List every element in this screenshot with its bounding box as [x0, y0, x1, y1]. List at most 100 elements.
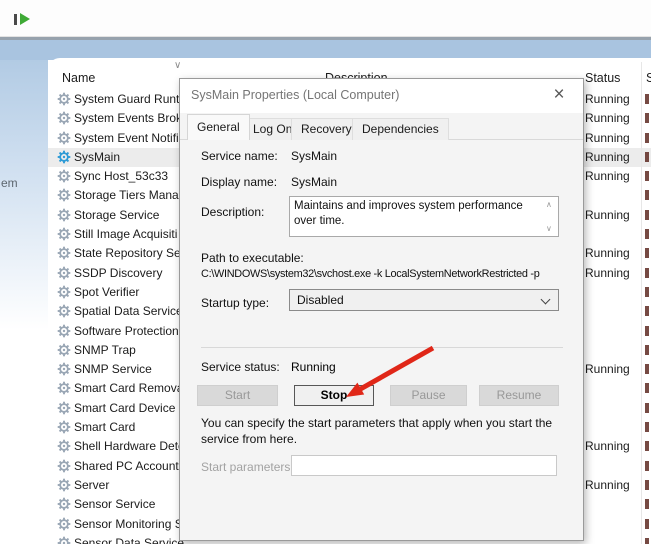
- description-label: Description:: [201, 205, 265, 219]
- service-gear-icon: [57, 536, 71, 544]
- start-parameters-input[interactable]: [291, 455, 557, 476]
- service-status: Running: [585, 439, 630, 454]
- section-divider: [201, 347, 563, 348]
- pause-button: Pause: [390, 385, 467, 406]
- service-name-value: SysMain: [291, 149, 338, 163]
- service-gear-icon: [57, 324, 71, 338]
- clipped-startup-type-text: [645, 460, 649, 471]
- tab-dependencies[interactable]: Dependencies: [352, 118, 449, 140]
- service-gear-icon: [57, 459, 71, 473]
- service-name: Storage Tiers Manag: [74, 188, 186, 203]
- start-parameters-label: Start parameters:: [201, 460, 294, 474]
- service-gear-icon: [57, 246, 71, 260]
- column-header-startup-type-clipped: S: [646, 71, 651, 85]
- clipped-startup-type-text: [645, 441, 649, 452]
- service-gear-icon: [57, 227, 71, 241]
- service-status: Running: [585, 149, 630, 164]
- column-header-status[interactable]: Status: [585, 71, 620, 85]
- service-gear-icon: [57, 517, 71, 531]
- startup-type-dropdown[interactable]: Disabled: [289, 289, 559, 311]
- service-name: State Repository Ser: [74, 246, 185, 261]
- service-name: Storage Service: [74, 207, 160, 222]
- resume-service-icon[interactable]: [14, 13, 32, 26]
- service-name: System Event Notific: [74, 130, 185, 145]
- clipped-startup-type-text: [645, 113, 649, 124]
- description-scrollbar[interactable]: ∧ ∨: [543, 197, 557, 236]
- service-status: Running: [585, 169, 630, 184]
- column-header-name[interactable]: Name: [62, 71, 95, 85]
- service-name: SNMP Trap: [74, 342, 136, 357]
- service-gear-icon: [57, 169, 71, 183]
- service-status: Running: [585, 130, 630, 145]
- stop-button[interactable]: Stop: [294, 385, 374, 406]
- service-name: Smart Card Remova: [74, 381, 184, 396]
- scroll-down-icon[interactable]: ∨: [546, 224, 552, 233]
- clipped-startup-type-text: [645, 383, 649, 394]
- service-gear-icon: [57, 439, 71, 453]
- service-name: Shared PC Account: [74, 458, 179, 473]
- close-icon[interactable]: ×: [546, 82, 572, 108]
- service-name: Software Protection: [74, 323, 179, 338]
- clipped-startup-type-text: [645, 267, 649, 278]
- service-gear-icon: [57, 497, 71, 511]
- clipped-startup-type-text: [645, 306, 649, 317]
- service-name: SNMP Service: [74, 362, 152, 377]
- service-gear-icon: [57, 381, 71, 395]
- start-parameters-hint: You can specify the start parameters tha…: [201, 416, 553, 446]
- service-name-label: Service name:: [201, 149, 278, 163]
- clipped-startup-type-text: [645, 209, 649, 220]
- clipped-startup-type-text: [645, 479, 649, 490]
- service-name: Shell Hardware Dete: [74, 439, 185, 454]
- mmc-toolbar: [0, 0, 651, 37]
- start-button: Start: [197, 385, 278, 406]
- service-gear-icon: [57, 401, 71, 415]
- service-status-label: Service status:: [201, 360, 280, 374]
- service-gear-icon: [57, 150, 71, 164]
- service-status: Running: [585, 111, 630, 126]
- service-name: Sync Host_53c33: [74, 169, 169, 184]
- service-status: Running: [585, 207, 630, 222]
- display-name-value: SysMain: [291, 175, 338, 189]
- service-name: SysMain: [74, 149, 121, 164]
- dialog-title: SysMain Properties (Local Computer): [191, 88, 400, 102]
- service-name: Spatial Data Service: [74, 304, 183, 319]
- resume-button: Resume: [479, 385, 559, 406]
- service-gear-icon: [57, 343, 71, 357]
- clipped-startup-type-text: [645, 402, 649, 413]
- header-band: [0, 40, 651, 60]
- clipped-startup-type-text: [645, 422, 649, 433]
- clipped-startup-type-text: [645, 537, 649, 544]
- service-gear-icon: [57, 478, 71, 492]
- clipped-startup-type-text: [645, 94, 649, 104]
- service-status: Running: [585, 246, 630, 261]
- display-name-label: Display name:: [201, 175, 278, 189]
- extended-pane-background: [0, 60, 48, 360]
- startup-type-selected-value: Disabled: [297, 293, 344, 307]
- clipped-startup-type-text: [645, 248, 649, 259]
- general-tab-content: Service name: SysMain Display name: SysM…: [180, 140, 583, 542]
- scroll-up-icon[interactable]: ∧: [546, 200, 552, 209]
- path-to-executable-value: C:\WINDOWS\system32\svchost.exe -k Local…: [201, 268, 540, 280]
- service-gear-icon: [57, 131, 71, 145]
- service-status: Running: [585, 265, 630, 280]
- clipped-startup-type-text: [645, 344, 649, 355]
- clipped-startup-type-text: [645, 132, 649, 143]
- tab-strip: General Log On Recovery Dependencies: [180, 113, 583, 140]
- service-name: System Events Broke: [74, 111, 189, 126]
- description-textbox[interactable]: Maintains and improves system performanc…: [289, 196, 559, 237]
- clipped-startup-type-text: [645, 151, 649, 162]
- service-status: Running: [585, 362, 630, 377]
- service-name: Sensor Monitoring S: [74, 516, 183, 531]
- service-name: Sensor Service: [74, 497, 156, 512]
- services-window: em Name ∨ Description Status S System Gu…: [0, 0, 651, 544]
- clipped-startup-type-text: [645, 325, 649, 336]
- service-status: Running: [585, 92, 630, 106]
- chevron-down-icon: [540, 294, 551, 305]
- service-gear-icon: [57, 111, 71, 125]
- service-gear-icon: [57, 92, 71, 106]
- clipped-startup-type-text: [645, 286, 649, 297]
- path-to-executable-label: Path to executable:: [201, 251, 304, 265]
- service-gear-icon: [57, 266, 71, 280]
- tab-general[interactable]: General: [187, 114, 250, 140]
- dialog-titlebar[interactable]: SysMain Properties (Local Computer) ×: [180, 79, 583, 113]
